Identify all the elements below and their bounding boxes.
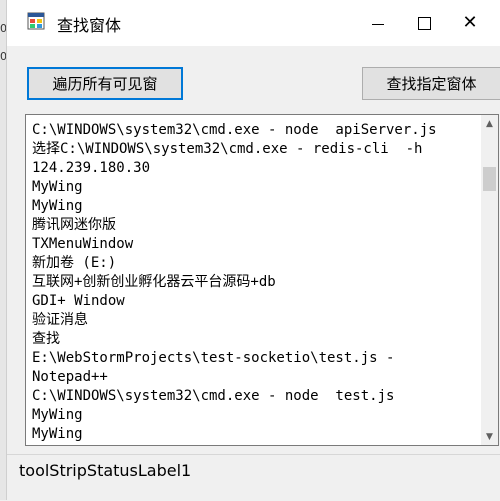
list-item[interactable]: MyWing xyxy=(32,197,480,216)
list-item[interactable]: 选择C:\WINDOWS\system32\cmd.exe - redis-cl… xyxy=(32,140,480,159)
close-icon: ✕ xyxy=(462,12,478,33)
list-item[interactable]: 互联网+创新创业孵化器云平台源码+db xyxy=(32,273,480,292)
list-item[interactable]: 124.239.180.30 xyxy=(32,159,480,178)
list-item[interactable]: TXMenuWindow xyxy=(32,235,480,254)
list-item[interactable]: GDI+ Window xyxy=(32,292,480,311)
list-item[interactable]: 查找 xyxy=(32,330,480,349)
list-item[interactable]: 腾讯网迷你版 xyxy=(32,216,480,235)
window-title: 查找窗体 xyxy=(57,16,122,35)
find-window: 查找窗体 ✕ 遍历所有可见窗 查找指定窗体 C:\WINDOWS\system3… xyxy=(6,0,500,501)
window-list-lines: C:\WINDOWS\system32\cmd.exe - node apiSe… xyxy=(32,121,480,444)
minimize-button[interactable] xyxy=(355,0,401,46)
window-list[interactable]: C:\WINDOWS\system32\cmd.exe - node apiSe… xyxy=(25,114,499,446)
list-item[interactable]: 验证消息 xyxy=(32,311,480,330)
scroll-up-icon[interactable]: ▲ xyxy=(481,115,498,132)
list-item[interactable]: MyWing xyxy=(32,178,480,197)
list-item[interactable]: Notepad++ xyxy=(32,368,480,387)
app-window-icon xyxy=(27,12,45,30)
vertical-scrollbar[interactable]: ▲ ▼ xyxy=(481,115,498,445)
maximize-button[interactable] xyxy=(401,0,447,46)
list-item[interactable]: C:\WINDOWS\system32\cmd.exe - node apiSe… xyxy=(32,121,480,140)
list-item[interactable]: E:\WebStormProjects\test-socketio\test.j… xyxy=(32,349,480,368)
minimize-icon xyxy=(372,23,384,25)
list-item[interactable]: MyWing xyxy=(32,406,480,425)
find-window-button[interactable]: 查找指定窗体 xyxy=(362,67,500,100)
status-label: toolStripStatusLabel1 xyxy=(19,461,192,480)
list-item[interactable]: 新加卷 (E:) xyxy=(32,254,480,273)
title-bar[interactable]: 查找窗体 ✕ xyxy=(7,0,500,46)
status-strip: toolStripStatusLabel1 xyxy=(7,454,500,501)
maximize-icon xyxy=(417,16,431,30)
scroll-thumb[interactable] xyxy=(483,167,496,191)
scroll-down-icon[interactable]: ▼ xyxy=(481,428,498,445)
close-button[interactable]: ✕ xyxy=(447,0,493,46)
traverse-visible-windows-button[interactable]: 遍历所有可见窗 xyxy=(27,67,183,100)
list-item[interactable]: MyWing xyxy=(32,425,480,444)
list-item[interactable]: C:\WINDOWS\system32\cmd.exe - node test.… xyxy=(32,387,480,406)
